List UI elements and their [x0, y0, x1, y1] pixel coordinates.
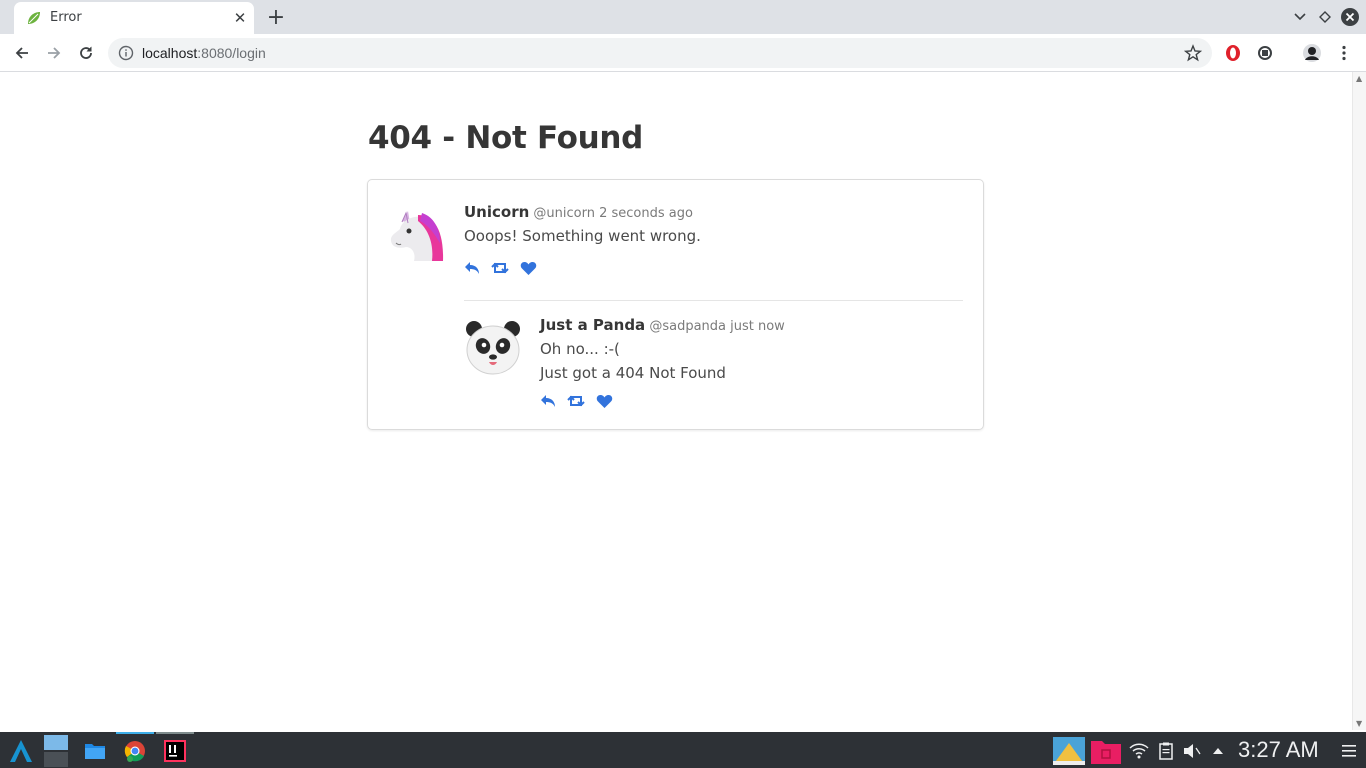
url-path: :8080/login [197, 45, 266, 61]
address-bar[interactable]: localhost:8080/login [108, 38, 1212, 68]
forward-arrow-icon[interactable] [40, 39, 68, 67]
tab-close-icon[interactable]: ✕ [230, 8, 250, 28]
spring-leaf-icon [28, 12, 40, 24]
retweet-icon[interactable] [567, 392, 585, 410]
unicorn-avatar [390, 211, 444, 261]
clipboard-icon[interactable] [1156, 734, 1176, 768]
restore-diamond-icon[interactable] [1315, 7, 1335, 27]
wifi-icon[interactable] [1128, 734, 1150, 768]
taskbar-menu-icon[interactable] [1338, 734, 1360, 768]
clock[interactable]: 3:27 AM [1238, 737, 1319, 763]
author-handle[interactable]: @sadpanda [649, 319, 726, 334]
page-title: 404 - Not Found [368, 120, 644, 156]
tweet-card: Unicorn @unicorn 2 seconds ago Ooops! So… [367, 179, 984, 430]
panda-avatar [466, 321, 520, 375]
red-folder-icon[interactable] [1090, 734, 1122, 768]
url-host: localhost [142, 45, 198, 61]
app-launcher-icon[interactable] [6, 734, 36, 768]
author-name[interactable]: Just a Panda [540, 316, 645, 334]
url-text[interactable]: localhost:8080/login [142, 45, 266, 61]
reload-icon[interactable] [72, 39, 100, 67]
browser-toolbar: localhost:8080/login [0, 34, 1366, 72]
window-preview-icon[interactable] [1052, 734, 1086, 768]
reply-icon[interactable] [539, 392, 557, 410]
scroll-up-arrow-icon[interactable]: ▲ [1356, 74, 1362, 83]
opera-extension-icon[interactable] [1223, 43, 1243, 63]
new-tab-button[interactable]: + [264, 5, 288, 30]
info-icon[interactable] [118, 45, 134, 61]
chrome-taskbar-icon[interactable] [118, 734, 152, 768]
profile-avatar-icon[interactable] [1302, 43, 1322, 63]
back-arrow-icon[interactable] [8, 39, 36, 67]
tab-strip: Error ✕ + [0, 0, 1366, 34]
browser-tab[interactable]: Error ✕ [14, 2, 254, 34]
page-scrollbar[interactable]: ▲ ▼ [1352, 72, 1366, 730]
menu-dots-icon[interactable] [1334, 43, 1354, 63]
tweet-header: Just a Panda @sadpanda just now [540, 316, 785, 334]
close-window-icon[interactable] [1340, 7, 1360, 27]
tweet-line: Ooops! Something went wrong. [464, 227, 701, 245]
tweet-body: Ooops! Something went wrong. [464, 224, 701, 248]
bookmark-star-icon[interactable] [1184, 44, 1202, 62]
volume-muted-icon[interactable] [1182, 734, 1202, 768]
tweet-line: Oh no... :-( [540, 340, 620, 358]
desktop-pager-icon[interactable] [40, 734, 72, 768]
intellij-taskbar-icon[interactable] [158, 734, 192, 768]
scroll-down-arrow-icon[interactable]: ▼ [1356, 719, 1362, 728]
tweet-timestamp: 2 seconds ago [599, 206, 693, 221]
reply-divider [464, 300, 963, 301]
file-manager-icon[interactable] [80, 734, 110, 768]
retweet-icon[interactable] [491, 259, 509, 277]
expand-tray-arrow-icon[interactable] [1208, 734, 1228, 768]
tweet-actions [539, 392, 613, 410]
tweet-body: Oh no... :-( Just got a 404 Not Found [540, 337, 726, 385]
author-handle[interactable]: @unicorn [533, 206, 595, 221]
page-viewport: 404 - Not Found Unicorn @unicorn 2 secon… [0, 72, 1352, 730]
minimize-chevron-icon[interactable] [1290, 7, 1310, 27]
reply-icon[interactable] [463, 259, 481, 277]
like-heart-icon[interactable] [519, 259, 537, 277]
tweet-actions [463, 259, 537, 277]
sync-extension-icon[interactable] [1255, 43, 1275, 63]
author-name[interactable]: Unicorn [464, 203, 529, 221]
like-heart-icon[interactable] [595, 392, 613, 410]
tweet-line: Just got a 404 Not Found [540, 364, 726, 382]
tweet-timestamp: just now [730, 319, 785, 334]
tab-title: Error [50, 10, 82, 25]
tweet-header: Unicorn @unicorn 2 seconds ago [464, 203, 693, 221]
taskbar: 3:27 AM [0, 732, 1366, 768]
